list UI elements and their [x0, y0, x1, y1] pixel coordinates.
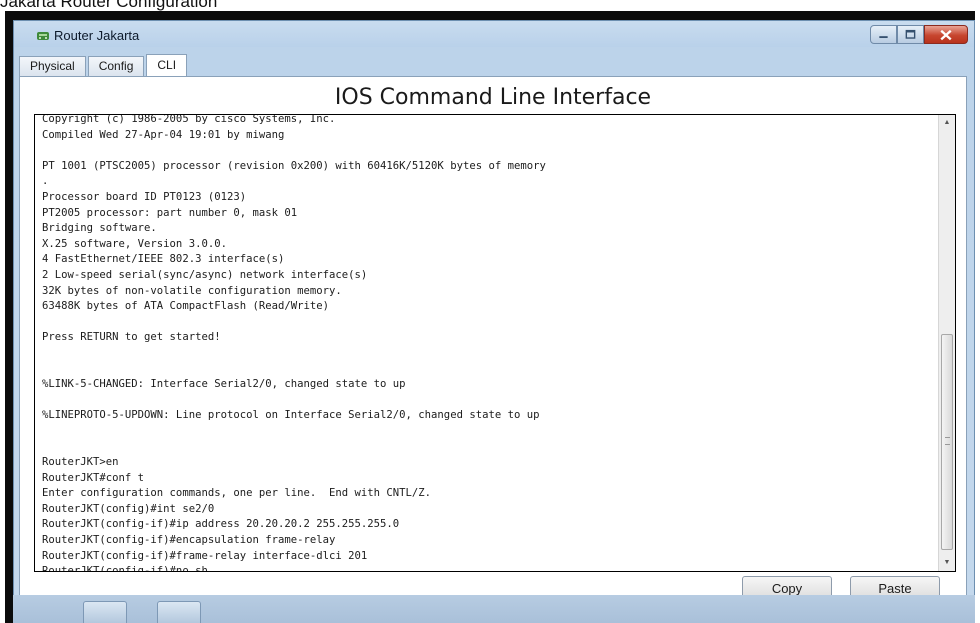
- maximize-icon: [905, 29, 916, 39]
- router-window: Router Jakarta Physical Config CLI IOS C…: [13, 20, 975, 623]
- console-line: .: [42, 175, 49, 188]
- console-line: RouterJKT>en: [42, 456, 119, 469]
- console-line: RouterJKT(config-if)#encapsulation frame…: [42, 534, 336, 547]
- grip-icon: [945, 437, 950, 445]
- console-line: RouterJKT(config-if)#ip address 20.20.20…: [42, 518, 400, 531]
- console-output[interactable]: Copyright (c) 1986-2005 by cisco Systems…: [34, 114, 956, 572]
- console-text[interactable]: Copyright (c) 1986-2005 by cisco Systems…: [42, 114, 932, 572]
- title-bar[interactable]: Router Jakarta: [14, 21, 974, 49]
- console-line: PT2005 processor: part number 0, mask 01: [42, 206, 298, 219]
- tab-physical[interactable]: Physical: [19, 56, 86, 76]
- cli-panel: IOS Command Line Interface Copyright (c)…: [19, 76, 967, 615]
- taskbar: [13, 595, 975, 623]
- console-scrollbar[interactable]: ▲ ▼: [938, 115, 955, 571]
- console-line: 32K bytes of non-volatile configuration …: [42, 284, 342, 297]
- scroll-down-icon[interactable]: ▼: [939, 555, 955, 571]
- minimize-icon: [879, 36, 888, 39]
- router-icon: [37, 32, 49, 40]
- close-button[interactable]: [924, 25, 968, 44]
- cli-heading: IOS Command Line Interface: [334, 85, 652, 110]
- console-line: PT 1001 (PTSC2005) processor (revision 0…: [42, 159, 546, 172]
- window-title: Router Jakarta: [54, 28, 140, 43]
- tab-cli[interactable]: CLI: [146, 54, 188, 77]
- scroll-up-icon[interactable]: ▲: [939, 115, 955, 131]
- console-line: 4 FastEthernet/IEEE 802.3 interface(s): [42, 253, 285, 266]
- console-line: %LINK-5-CHANGED: Interface Serial2/0, ch…: [42, 378, 406, 391]
- console-line: RouterJKT#conf t: [42, 471, 145, 484]
- console-line: RouterJKT(config-if)#no sh: [42, 565, 208, 572]
- close-icon: [940, 29, 952, 41]
- console-line: Processor board ID PT0123 (0123): [42, 190, 247, 203]
- window-controls: [870, 25, 968, 45]
- console-line: 63488K bytes of ATA CompactFlash (Read/W…: [42, 300, 330, 313]
- taskbar-item[interactable]: [157, 601, 201, 623]
- console-line: Press RETURN to get started!: [42, 331, 221, 344]
- console-line: RouterJKT(config)#int se2/0: [42, 502, 215, 515]
- console-line: Enter configuration commands, one per li…: [42, 487, 432, 500]
- tab-config[interactable]: Config: [87, 56, 145, 76]
- console-line: X.25 software, Version 3.0.0.: [42, 237, 227, 250]
- console-line: Compiled Wed 27-Apr-04 19:01 by miwang: [42, 128, 285, 141]
- console-line: Copyright (c) 1986-2005 by cisco Systems…: [42, 114, 336, 125]
- console-line: 2 Low-speed serial(sync/async) network i…: [42, 268, 368, 281]
- maximize-button[interactable]: [897, 25, 924, 44]
- console-line: %LINEPROTO-5-UPDOWN: Line protocol on In…: [42, 409, 540, 422]
- scroll-thumb[interactable]: [941, 334, 953, 550]
- taskbar-item[interactable]: [83, 601, 127, 623]
- minimize-button[interactable]: [870, 25, 897, 44]
- tab-bar: Physical Config CLI: [19, 54, 189, 77]
- console-line: Bridging software.: [42, 222, 157, 235]
- console-line: RouterJKT(config-if)#frame-relay interfa…: [42, 549, 368, 562]
